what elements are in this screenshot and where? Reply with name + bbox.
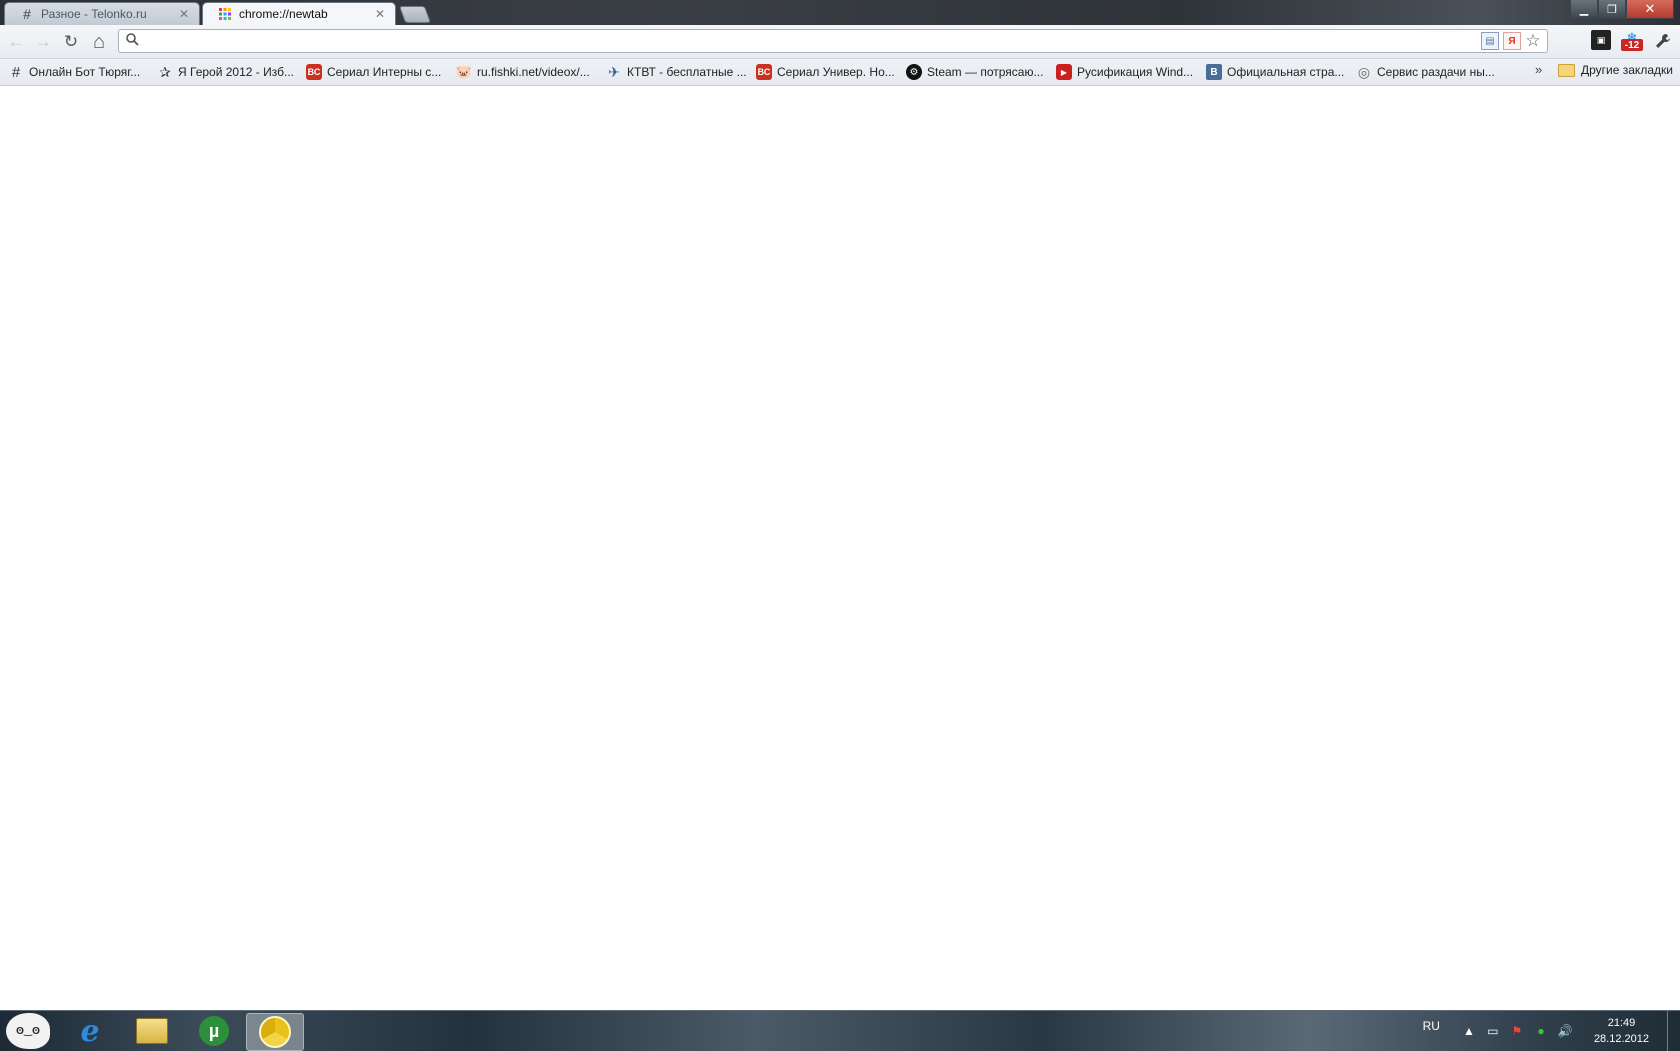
bookmark-label: КТВТ - бесплатные ... xyxy=(627,65,747,79)
bookmark-label: Сервис раздачи ны... xyxy=(1377,65,1495,79)
taskbar-utorrent[interactable]: µ xyxy=(186,1013,242,1049)
taskbar-chrome[interactable] xyxy=(246,1013,304,1051)
address-input[interactable] xyxy=(145,30,1481,52)
steam-icon: ⚙ xyxy=(906,64,922,80)
antivirus-icon[interactable]: ● xyxy=(1532,1022,1550,1040)
vc-icon: ВС xyxy=(306,64,322,80)
window-controls: ▁ ❐ ✕ xyxy=(1570,0,1674,19)
clock-date: 28.12.2012 xyxy=(1593,1033,1649,1045)
volume-icon[interactable]: 🔊 xyxy=(1556,1022,1574,1040)
vc-icon: ВС xyxy=(756,64,772,80)
home-button[interactable]: ⌂ xyxy=(88,31,110,53)
tab-telonko[interactable]: # Разное - Telonko.ru ✕ xyxy=(4,2,200,25)
ktvt-icon: ✈ xyxy=(608,63,620,80)
hash-icon: # xyxy=(23,6,31,22)
wrench-menu-icon[interactable] xyxy=(1652,30,1674,52)
tab-title: chrome://newtab xyxy=(239,7,328,21)
bookmark-label: Я Герой 2012 - Изб... xyxy=(178,65,294,79)
bookmark-item[interactable]: ✰ Я Герой 2012 - Изб... xyxy=(157,63,294,81)
tab-newtab[interactable]: chrome://newtab ✕ xyxy=(202,2,396,25)
other-bookmarks-label: Другие закладки xyxy=(1581,63,1673,77)
windows-taskbar: ʘ‿ʘ e µ RU ▲ ▭ ⚑ ● 🔊 21:49 28.12.2012 xyxy=(0,1010,1680,1051)
omnibox: ▤ Я ☆ xyxy=(118,29,1548,53)
bookmark-item[interactable]: ВС Сериал Интерны с... xyxy=(306,63,441,81)
explorer-icon xyxy=(136,1018,168,1044)
tray-expand-icon[interactable]: ▲ xyxy=(1460,1022,1478,1040)
page-content xyxy=(0,86,1680,1010)
bookmark-item[interactable]: ✈ КТВТ - бесплатные ... xyxy=(606,63,747,81)
clock[interactable]: 21:49 28.12.2012 xyxy=(1594,1015,1649,1047)
tab-close-icon[interactable]: ✕ xyxy=(177,7,191,21)
taskbar-internet-explorer[interactable]: e xyxy=(62,1013,118,1049)
action-center-flag-icon[interactable]: ⚑ xyxy=(1508,1022,1526,1040)
bookmark-item[interactable]: ▶ Русификация Wind... xyxy=(1056,63,1193,81)
internet-explorer-icon: e xyxy=(80,1013,100,1049)
search-icon xyxy=(119,33,145,49)
utorrent-icon: µ xyxy=(199,1016,229,1046)
bookmark-label: ru.fishki.net/videox/... xyxy=(477,65,590,79)
close-window-button[interactable]: ✕ xyxy=(1626,0,1674,19)
title-bar: # Разное - Telonko.ru ✕ chrome://newtab … xyxy=(0,0,1680,25)
bookmark-label: Сериал Универ. Но... xyxy=(777,65,895,79)
new-tab-button[interactable] xyxy=(398,6,432,23)
youtube-icon: ▶ xyxy=(1056,64,1072,80)
folder-icon xyxy=(1558,63,1575,77)
network-icon[interactable]: ▭ xyxy=(1484,1022,1502,1040)
extension-dark-icon[interactable]: ▣ xyxy=(1591,30,1611,50)
bookmark-label: Сериал Интерны с... xyxy=(327,65,442,79)
yandex-icon[interactable]: Я xyxy=(1503,32,1521,50)
reload-button[interactable]: ↻ xyxy=(60,31,82,53)
vk-icon: В xyxy=(1206,64,1222,80)
bookmarks-bar: # Онлайн Бот Тюряг... ✰ Я Герой 2012 - И… xyxy=(0,59,1680,86)
troll-face-icon: ʘ‿ʘ xyxy=(6,1013,50,1049)
start-button[interactable]: ʘ‿ʘ xyxy=(0,1013,56,1049)
bookmark-item[interactable]: В Официальная стра... xyxy=(1206,63,1344,81)
bookmark-star-icon[interactable]: ☆ xyxy=(1525,31,1541,50)
browser-toolbar: ← → ↻ ⌂ ▤ Я ☆ ▣ ❄ -12 xyxy=(0,25,1680,59)
page-action-icon[interactable]: ▤ xyxy=(1481,32,1499,50)
bookmark-item[interactable]: 🐷 ru.fishki.net/videox/... xyxy=(456,63,590,81)
bookmark-label: Steam — потрясаю... xyxy=(927,65,1044,79)
bookmark-label: Онлайн Бот Тюряг... xyxy=(29,65,141,79)
hash-icon: # xyxy=(11,63,21,81)
tab-close-icon[interactable]: ✕ xyxy=(373,7,387,21)
bookmark-label: Русификация Wind... xyxy=(1077,65,1194,79)
globe-icon: ◎ xyxy=(1357,63,1371,80)
clock-time: 21:49 xyxy=(1607,1017,1636,1029)
apps-grid-icon xyxy=(217,6,233,22)
bookmark-label: Официальная стра... xyxy=(1227,65,1345,79)
back-button[interactable]: ← xyxy=(5,31,27,53)
pig-icon: 🐷 xyxy=(455,64,473,79)
bookmarks-overflow-chevron-icon[interactable]: » xyxy=(1535,62,1542,77)
bookmark-item[interactable]: ⚙ Steam — потрясаю... xyxy=(906,63,1043,81)
chrome-icon xyxy=(259,1016,291,1048)
minimize-button[interactable]: ▁ xyxy=(1570,0,1598,19)
forward-button[interactable]: → xyxy=(32,31,54,53)
weather-temperature-badge[interactable]: -12 xyxy=(1621,39,1643,51)
star-icon: ✰ xyxy=(159,63,171,80)
tab-title: Разное - Telonko.ru xyxy=(41,7,147,21)
bookmark-item[interactable]: ВС Сериал Универ. Но... xyxy=(756,63,895,81)
language-indicator[interactable]: RU xyxy=(1423,1019,1440,1033)
taskbar-explorer[interactable] xyxy=(124,1013,180,1049)
show-desktop-button[interactable] xyxy=(1667,1011,1680,1051)
maximize-button[interactable]: ❐ xyxy=(1598,0,1626,19)
bookmark-item[interactable]: # Онлайн Бот Тюряг... xyxy=(8,63,140,81)
system-tray: RU ▲ ▭ ⚑ ● 🔊 21:49 28.12.2012 xyxy=(1423,1011,1680,1051)
other-bookmarks-folder[interactable]: Другие закладки xyxy=(1558,63,1673,77)
bookmark-item[interactable]: ◎ Сервис раздачи ны... xyxy=(1356,63,1495,81)
